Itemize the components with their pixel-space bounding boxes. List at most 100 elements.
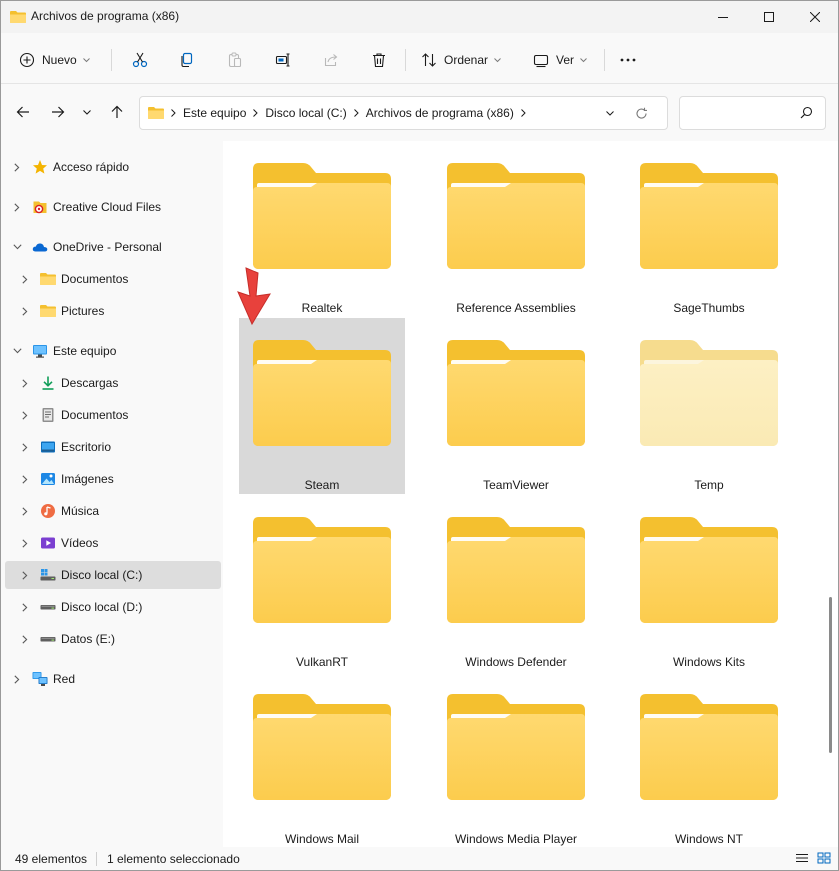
sidebar-item-acceso-rapido[interactable]: Acceso rápido [5,153,221,181]
share-button[interactable] [320,45,342,75]
folder-icon [640,694,778,802]
copy-button[interactable] [176,45,198,75]
folder-item-windows-mail[interactable]: Windows Mail [239,672,405,847]
folder-item-windows-defender[interactable]: Windows Defender [433,495,599,671]
paste-icon [228,52,242,68]
breadcrumb-item[interactable]: Archivos de programa (x86) [366,106,514,120]
chevron-right-icon[interactable] [11,201,23,213]
chevron-down-icon [83,109,91,115]
sort-button[interactable]: Ordenar [421,45,521,75]
breadcrumb-item[interactable]: Disco local (C:) [265,106,346,120]
scissors-icon [132,52,148,68]
sidebar-item-label: Imágenes [61,472,114,486]
paste-button[interactable] [224,45,246,75]
chevron-right-icon[interactable] [19,473,31,485]
folder-item-sagethumbs[interactable]: SageThumbs [626,141,792,317]
folder-icon [253,163,391,271]
sidebar-item-red[interactable]: Red [5,665,221,693]
chevron-right-icon[interactable] [19,377,31,389]
sidebar-item-label: Escritorio [61,440,112,454]
chevron-right-icon[interactable] [19,305,31,317]
sidebar-item-onedrive-personal[interactable]: OneDrive - Personal [5,233,221,261]
chevron-right-icon[interactable] [19,633,31,645]
up-button[interactable] [104,99,130,125]
folder-item-vulkanrt[interactable]: VulkanRT [239,495,405,671]
chevron-right-icon[interactable] [19,601,31,613]
forward-button[interactable] [45,99,71,125]
sidebar-item-descargas[interactable]: Descargas [5,369,221,397]
new-button[interactable]: Nuevo [19,45,101,75]
folder-item-reference-assemblies[interactable]: Reference Assemblies [433,141,599,317]
more-options-button[interactable] [616,45,640,75]
chevron-right-icon[interactable] [19,273,31,285]
drive-c-icon [40,567,56,583]
sidebar-item-documentos[interactable]: Documentos [5,401,221,429]
folder-view: Realtek Reference Assemblies SageThumbs Ste… [223,141,838,847]
vertical-scrollbar[interactable] [829,597,832,753]
more-icon [620,58,636,62]
chevron-right-icon[interactable] [11,673,23,685]
chevron-right-icon[interactable] [19,537,31,549]
breadcrumb-item[interactable]: Este equipo [183,106,246,120]
folder-item-temp[interactable]: Temp [626,318,792,494]
folder-name: Windows Mail [284,832,359,846]
sidebar-item-imagenes[interactable]: Imágenes [5,465,221,493]
cut-button[interactable] [129,45,151,75]
breadcrumb: Este equipo Disco local (C:) Archivos de… [148,97,533,129]
rename-icon [275,53,290,67]
view-button[interactable]: Ver [533,45,593,75]
sidebar-item-datos-e[interactable]: Datos (E:) [5,625,221,653]
arrow-right-icon [52,106,65,118]
chevron-right-icon [520,109,526,117]
tiles-view-button[interactable] [813,849,835,867]
sidebar-item-videos[interactable]: Vídeos [5,529,221,557]
folder-icon [447,340,585,448]
download-icon [40,375,56,391]
recent-locations-button[interactable] [77,99,97,125]
folder-item-windows-nt[interactable]: Windows NT [626,672,792,847]
address-bar[interactable]: Este equipo Disco local (C:) Archivos de… [139,96,668,130]
chevron-right-icon[interactable] [19,569,31,581]
sidebar-item-label: Documentos [61,272,129,286]
sidebar-item-creative-cloud-files[interactable]: Creative Cloud Files [5,193,221,221]
chevron-down-icon[interactable] [11,345,23,357]
sidebar-item-label: Creative Cloud Files [53,200,162,214]
address-history-button[interactable] [602,105,618,121]
delete-button[interactable] [368,45,390,75]
close-button[interactable] [792,1,838,33]
sidebar-item-pictures[interactable]: Pictures [5,297,221,325]
sidebar-item-disco-local-c[interactable]: Disco local (C:) [5,561,221,589]
folder-icon [253,694,391,802]
sidebar-item-este-equipo[interactable]: Este equipo [5,337,221,365]
folder-icon [640,163,778,271]
sidebar-item-musica[interactable]: Música [5,497,221,525]
minimize-button[interactable] [700,1,746,33]
arrow-left-icon [16,106,29,118]
sidebar-item-escritorio[interactable]: Escritorio [5,433,221,461]
sidebar-item-disco-local-d[interactable]: Disco local (D:) [5,593,221,621]
chevron-down-icon[interactable] [11,241,23,253]
back-button[interactable] [10,99,36,125]
file-explorer-window: Archivos de programa (x86) Nuevo Ordenar… [0,0,839,871]
pictures-icon [40,471,56,487]
folder-item-windows-media-player[interactable]: Windows Media Player [433,672,599,847]
maximize-button[interactable] [746,1,792,33]
chevron-right-icon [353,109,359,117]
refresh-button[interactable] [631,103,651,123]
folder-item-teamviewer[interactable]: TeamViewer [433,318,599,494]
folder-item-steam[interactable]: Steam [239,318,405,494]
sidebar-item-documentos[interactable]: Documentos [5,265,221,293]
minimize-icon [718,17,728,18]
refresh-icon [635,107,647,119]
folder-item-windows-kits[interactable]: Windows Kits [626,495,792,671]
chevron-right-icon[interactable] [19,505,31,517]
chevron-right-icon[interactable] [11,161,23,173]
sidebar-item-label: Disco local (D:) [61,600,143,614]
sidebar-item-label: Disco local (C:) [61,568,143,582]
rename-button[interactable] [272,45,294,75]
chevron-right-icon[interactable] [19,409,31,421]
drive-icon [40,631,56,647]
search-input[interactable] [679,96,826,130]
chevron-right-icon[interactable] [19,441,31,453]
details-view-button[interactable] [791,849,813,867]
